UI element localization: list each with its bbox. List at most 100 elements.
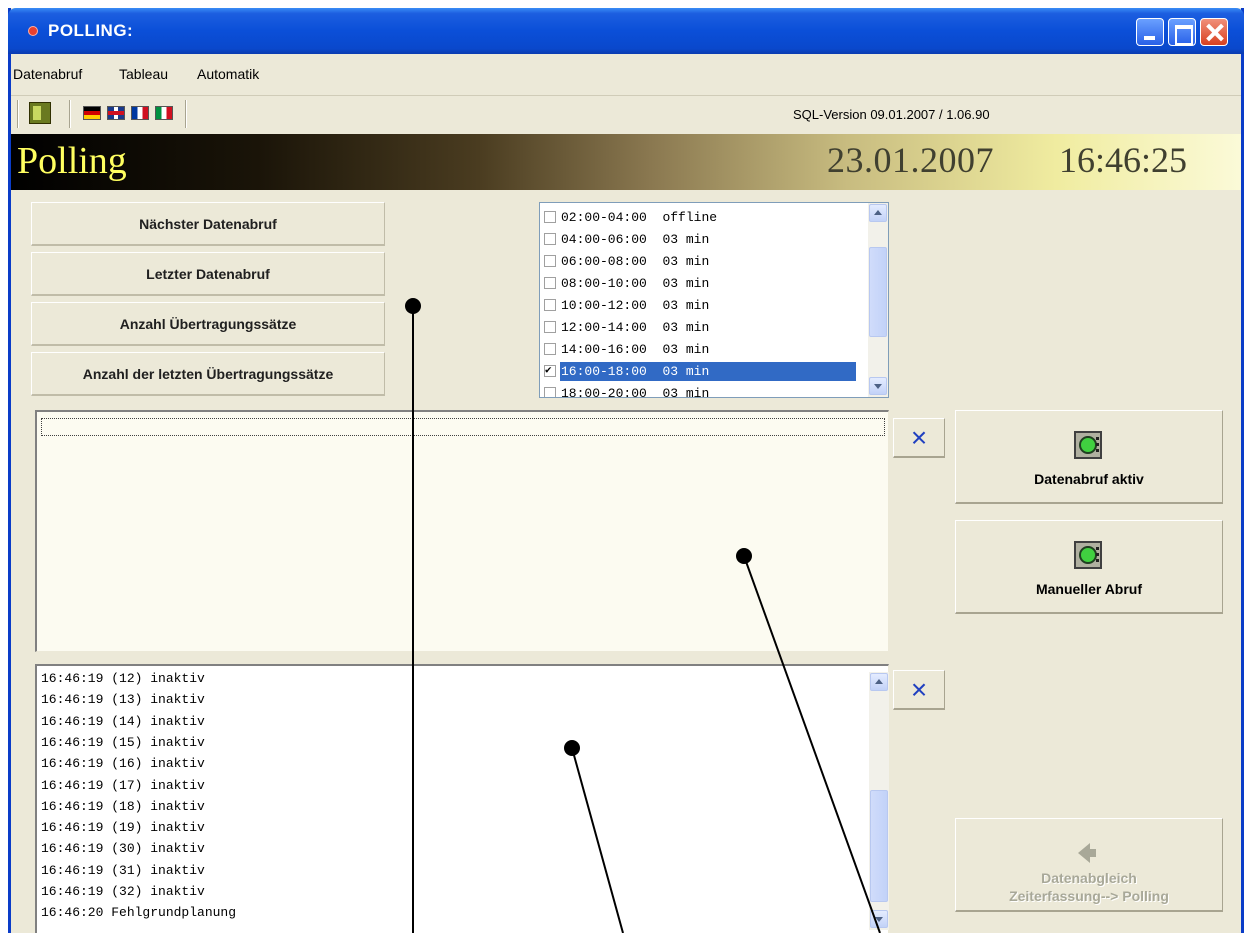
log-line: 16:46:19 (18) inaktiv — [41, 798, 205, 814]
schedule-text: 16:00-18:00 03 min — [560, 362, 856, 381]
scroll-up-button[interactable] — [870, 673, 888, 691]
schedule-row[interactable]: 08:00-10:00 03 min — [540, 273, 860, 294]
arrow-left-icon — [1078, 843, 1096, 863]
schedule-interval: offline — [662, 210, 718, 225]
clear-log-button[interactable]: × — [893, 670, 945, 710]
toolbar-separator — [185, 100, 187, 128]
next-poll-button[interactable]: Nächster Datenabruf — [31, 202, 385, 246]
schedule-row[interactable]: 10:00-12:00 03 min — [540, 295, 860, 316]
clear-icon: × — [910, 673, 928, 705]
manual-poll-label: Manueller Abruf — [1035, 581, 1143, 597]
schedule-row[interactable]: 02:00-04:00 offline — [540, 207, 860, 228]
message-box[interactable] — [35, 410, 889, 652]
minimize-button[interactable] — [1136, 18, 1164, 46]
schedule-text: 10:00-12:00 03 min — [560, 296, 856, 315]
schedule-interval: 03 min — [662, 298, 710, 313]
close-window-button[interactable] — [1200, 18, 1228, 46]
schedule-checkbox[interactable] — [544, 277, 556, 289]
toolbar-separator — [69, 100, 71, 128]
log-line: 16:46:19 (12) inaktiv — [41, 671, 205, 686]
schedule-row[interactable]: 14:00-16:00 03 min — [540, 339, 860, 360]
polling-active-button[interactable]: Datenabruf aktiv — [955, 410, 1223, 504]
log-line: 16:46:19 (19) inaktiv — [41, 820, 205, 836]
log-box[interactable]: 16:46:19 (12) inaktiv 16:46:19 (13) inakt… — [35, 664, 889, 933]
toolbar-separator — [17, 100, 19, 128]
schedule-row[interactable]: 04:00-06:00 03 min — [540, 229, 860, 250]
last-transfer-count-button[interactable]: Anzahl der letzten Übertragungssätze — [31, 352, 385, 396]
log-line: 16:46:19 (30) inaktiv — [41, 841, 205, 857]
schedule-scrollbar[interactable] — [868, 203, 888, 397]
menu-automatik[interactable]: Automatik — [197, 66, 259, 82]
app-icon — [28, 26, 38, 36]
scroll-thumb[interactable] — [870, 790, 888, 902]
flag-it-icon[interactable] — [155, 106, 173, 120]
schedule-interval: 03 min — [662, 232, 710, 247]
sync-label-line1: Datenabgleich — [1041, 870, 1137, 886]
log-line: 16:46:19 (17) inaktiv — [41, 777, 205, 793]
flag-uk-icon[interactable] — [107, 106, 125, 120]
schedule-text: 04:00-06:00 03 min — [560, 230, 856, 249]
scroll-thumb[interactable] — [869, 247, 887, 337]
schedule-text: 06:00-08:00 03 min — [560, 252, 856, 271]
scroll-down-button[interactable] — [870, 910, 888, 928]
last-poll-button[interactable]: Letzter Datenabruf — [31, 252, 385, 296]
transfer-count-button[interactable]: Anzahl Übertragungssätze — [31, 302, 385, 346]
schedule-checkbox[interactable] — [544, 321, 556, 333]
schedule-checkbox[interactable] — [544, 363, 556, 377]
clear-messages-button[interactable]: × — [893, 418, 945, 458]
polling-active-label: Datenabruf aktiv — [1034, 471, 1144, 487]
toolbar: SQL-Version 09.01.2007 / 1.06.90 — [11, 96, 1241, 134]
schedule-text: 18:00-20:00 03 min — [560, 384, 856, 398]
schedule-time: 08:00-10:00 — [561, 276, 647, 291]
scroll-up-button[interactable] — [869, 204, 887, 222]
schedule-row[interactable]: 16:00-18:00 03 min — [540, 361, 860, 382]
schedule-time: 10:00-12:00 — [561, 298, 647, 313]
schedule-checkbox[interactable] — [544, 299, 556, 311]
schedule-row[interactable]: 06:00-08:00 03 min — [540, 251, 860, 272]
banner-title: Polling — [17, 140, 127, 182]
schedule-checkbox[interactable] — [544, 211, 556, 223]
maximize-button[interactable] — [1168, 18, 1196, 46]
flag-fr-icon[interactable] — [131, 106, 149, 120]
schedule-time: 06:00-08:00 — [561, 254, 647, 269]
manual-poll-button[interactable]: Manueller Abruf — [955, 520, 1223, 614]
menu-datenabruf[interactable]: Datenabruf — [13, 66, 82, 82]
header-banner: Polling 23.01.2007 16:46:25 — [11, 134, 1241, 190]
schedule-row[interactable]: 12:00-14:00 03 min — [540, 317, 860, 338]
exit-icon[interactable] — [29, 102, 51, 124]
schedule-checkbox[interactable] — [544, 233, 556, 245]
title-bar[interactable]: POLLING: — [8, 8, 1244, 54]
menu-bar: Datenabruf Tableau Automatik — [11, 54, 1241, 96]
manual-poll-icon — [1074, 541, 1102, 569]
log-line: 16:46:19 (13) inaktiv — [41, 692, 205, 708]
schedule-list[interactable]: 02:00-04:00 offline 04:00-06:00 03 min 06:… — [539, 202, 889, 398]
banner-date: 23.01.2007 — [827, 140, 994, 180]
log-line: 16:46:19 (14) inaktiv — [41, 713, 205, 729]
schedule-interval: 03 min — [662, 364, 710, 379]
log-scrollbar[interactable] — [869, 672, 889, 930]
menu-tableau[interactable]: Tableau — [119, 66, 168, 82]
message-focus-row — [41, 418, 885, 436]
schedule-interval: 03 min — [662, 342, 710, 357]
log-line: 16:46:19 (31) inaktiv — [41, 862, 205, 878]
schedule-time: 18:00-20:00 — [561, 386, 647, 398]
log-line: 16:46:19 (15) inaktiv — [41, 734, 205, 750]
schedule-time: 04:00-06:00 — [561, 232, 647, 247]
sync-time-tracking-button[interactable]: Datenabgleich Zeiterfassung--> Polling — [955, 818, 1223, 912]
flag-de-icon[interactable] — [83, 106, 101, 120]
schedule-text: 08:00-10:00 03 min — [560, 274, 856, 293]
sync-label: Datenabgleich Zeiterfassung--> Polling — [956, 869, 1222, 905]
schedule-checkbox[interactable] — [544, 343, 556, 355]
polling-monitor-icon — [1074, 431, 1102, 459]
schedule-time: 12:00-14:00 — [561, 320, 647, 335]
schedule-interval: 03 min — [662, 320, 710, 335]
schedule-row[interactable]: 18:00-20:00 03 min — [540, 383, 860, 398]
scroll-down-button[interactable] — [869, 377, 887, 395]
sync-label-line2: Zeiterfassung--> Polling — [1009, 888, 1169, 904]
schedule-checkbox[interactable] — [544, 387, 556, 397]
schedule-time: 02:00-04:00 — [561, 210, 647, 225]
schedule-time: 16:00-18:00 — [561, 364, 647, 379]
schedule-time: 14:00-16:00 — [561, 342, 647, 357]
schedule-text: 12:00-14:00 03 min — [560, 318, 856, 337]
schedule-checkbox[interactable] — [544, 255, 556, 267]
